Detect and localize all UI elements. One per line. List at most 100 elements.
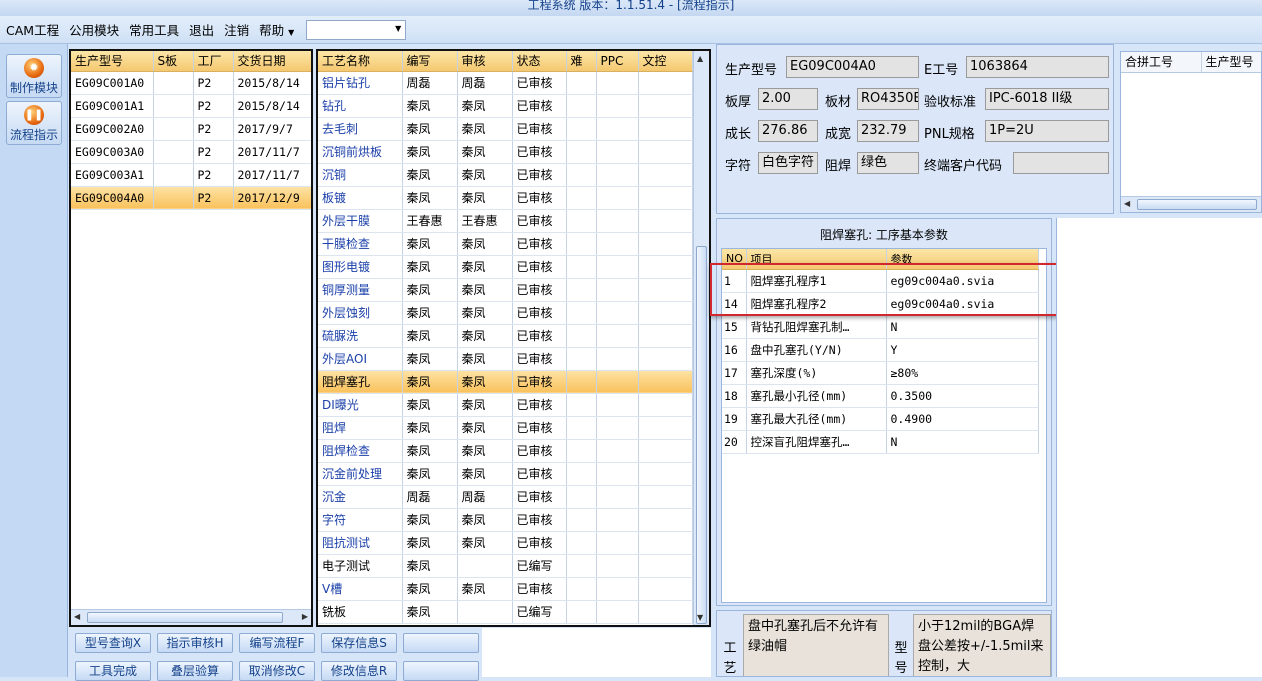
process-row[interactable]: 阻焊塞孔 秦凤 秦凤 已审核 (318, 370, 693, 394)
process-row[interactable]: 图形电镀 秦凤 秦凤 已审核 (318, 255, 693, 279)
model-row[interactable]: EG09C001A0 P2 2015/8/14 (71, 71, 311, 95)
process-header-0[interactable]: 工艺名称 (318, 51, 403, 72)
merge-table: 合拼工号 生产型号 (1121, 52, 1261, 73)
params-row[interactable]: 18 塞孔最小孔径(mm) 0.3500 (722, 384, 1039, 408)
process-row[interactable]: 沉金 周磊 周磊 已审核 (318, 485, 693, 509)
scroll-left-icon[interactable]: ◀ (74, 612, 80, 621)
customer-field[interactable] (1013, 152, 1109, 174)
process-cell: 已编写 (512, 554, 567, 578)
process-row[interactable]: 沉铜前烘板 秦凤 秦凤 已审核 (318, 140, 693, 164)
menu-tools[interactable]: 常用工具 (129, 20, 179, 39)
model-row[interactable]: EG09C004A0 P2 2017/12/9 (71, 186, 311, 210)
blank-button-2[interactable] (403, 661, 479, 681)
params-row[interactable]: 20 控深盲孔阻焊塞孔… N (722, 430, 1039, 454)
process-row[interactable]: 沉铜 秦凤 秦凤 已审核 (318, 163, 693, 187)
menu-common-module[interactable]: 公用模块 (69, 20, 119, 39)
edit-info-button[interactable]: 修改信息R (321, 661, 397, 681)
model-hscroll[interactable]: ◀ ▶ (71, 609, 311, 625)
process-row[interactable]: 外层AOI 秦凤 秦凤 已审核 (318, 347, 693, 371)
process-header-2[interactable]: 审核 (457, 51, 513, 72)
process-row[interactable]: 铝片钻孔 周磊 周磊 已审核 (318, 71, 693, 95)
process-row[interactable]: 外层蚀刻 秦凤 秦凤 已审核 (318, 301, 693, 325)
process-row[interactable]: 板镀 秦凤 秦凤 已审核 (318, 186, 693, 210)
process-row[interactable]: 外层干膜 王春惠 王春惠 已审核 (318, 209, 693, 233)
merge-hscroll[interactable]: ◀ (1121, 196, 1261, 212)
model-header-1[interactable]: S板 (153, 51, 194, 72)
merge-header-eno[interactable]: 合拼工号 (1121, 52, 1202, 73)
menu-exit[interactable]: 退出 (189, 20, 214, 39)
char-field[interactable]: 白色字符 (758, 152, 818, 174)
merge-header-model[interactable]: 生产型号 (1201, 52, 1261, 73)
process-row[interactable]: V槽 秦凤 秦凤 已审核 (318, 577, 693, 601)
model-field[interactable]: EG09C004A0 (786, 56, 919, 78)
merge-hscroll-thumb[interactable] (1137, 199, 1257, 210)
cancel-edit-button[interactable]: 取消修改C (239, 661, 315, 681)
process-header-4[interactable]: 难 (566, 51, 597, 72)
model-header-3[interactable]: 交货日期 (233, 51, 311, 72)
process-note[interactable]: 盘中孔塞孔后不允许有绿油帽 (743, 614, 889, 676)
process-cell: 秦凤 (402, 508, 458, 532)
standard-field[interactable]: IPC-6018 II级 (985, 88, 1109, 110)
process-row[interactable]: 铜厚测量 秦凤 秦凤 已审核 (318, 278, 693, 302)
process-row[interactable]: 电子测试 秦凤 已编写 (318, 554, 693, 578)
process-header-5[interactable]: PPC (596, 51, 639, 72)
material-field[interactable]: RO4350B (857, 88, 919, 110)
length-field[interactable]: 276.86 (758, 120, 818, 142)
params-row[interactable]: 16 盘中孔塞孔(Y/N) Y (722, 338, 1039, 362)
params-row[interactable]: 19 塞孔最大孔径(mm) 0.4900 (722, 407, 1039, 431)
query-model-button[interactable]: 型号查询X (75, 633, 151, 653)
scroll-left-icon[interactable]: ◀ (1124, 199, 1130, 208)
process-cell: 秦凤 (402, 255, 458, 279)
model-header-0[interactable]: 生产型号 (71, 51, 154, 72)
process-row[interactable]: 阻抗测试 秦凤 秦凤 已审核 (318, 531, 693, 555)
process-header-6[interactable]: 文控 (638, 51, 693, 72)
process-row[interactable]: 沉金前处理 秦凤 秦凤 已审核 (318, 462, 693, 486)
eno-field[interactable]: 1063864 (966, 56, 1109, 78)
process-row[interactable]: 阻焊 秦凤 秦凤 已审核 (318, 416, 693, 440)
process-row[interactable]: 阻焊检查 秦凤 秦凤 已审核 (318, 439, 693, 463)
width-field[interactable]: 232.79 (857, 120, 919, 142)
nav-make-module[interactable]: ✹ 制作模块 (6, 54, 62, 98)
model-hscroll-thumb[interactable] (87, 612, 283, 623)
blank-button-1[interactable] (403, 633, 479, 653)
process-row[interactable]: 铣板 秦凤 已编写 (318, 600, 693, 624)
process-row[interactable]: 钻孔 秦凤 秦凤 已审核 (318, 94, 693, 118)
model-row[interactable]: EG09C001A1 P2 2015/8/14 (71, 94, 311, 118)
write-process-button[interactable]: 编写流程F (239, 633, 315, 653)
nav-process-guide[interactable]: ❚❚ 流程指示 (6, 101, 62, 145)
stackup-check-button[interactable]: 叠层验算 (157, 661, 233, 681)
model-row[interactable]: EG09C002A0 P2 2017/9/7 (71, 117, 311, 141)
save-info-button[interactable]: 保存信息S (321, 633, 397, 653)
review-instruction-button[interactable]: 指示审核H (157, 633, 233, 653)
scroll-up-icon[interactable]: ▲ (697, 54, 703, 63)
menu-combo-box[interactable]: ▼ (306, 19, 407, 40)
process-header-1[interactable]: 编写 (402, 51, 458, 72)
process-vscroll[interactable]: ▲ ▼ (693, 51, 709, 625)
model-cell: P2 (193, 117, 234, 141)
thickness-field[interactable]: 2.00 (758, 88, 818, 110)
model-cell: 2017/12/9 (233, 186, 311, 210)
process-row[interactable]: DI曝光 秦凤 秦凤 已审核 (318, 393, 693, 417)
model-row[interactable]: EG09C003A0 P2 2017/11/7 (71, 140, 311, 164)
tool-complete-button[interactable]: 工具完成 (75, 661, 151, 681)
process-row[interactable]: 硫脲洗 秦凤 秦凤 已审核 (318, 324, 693, 348)
process-row[interactable]: 字符 秦凤 秦凤 已审核 (318, 508, 693, 532)
menu-logout[interactable]: 注销 (224, 20, 249, 39)
scroll-right-icon[interactable]: ▶ (302, 612, 308, 621)
mask-field[interactable]: 绿色 (857, 152, 919, 174)
process-vscroll-thumb[interactable] (696, 246, 707, 624)
process-cell: 秦凤 (457, 278, 513, 302)
model-row[interactable]: EG09C003A1 P2 2017/11/7 (71, 163, 311, 187)
params-row[interactable]: 17 塞孔深度(%) ≥80% (722, 361, 1039, 385)
process-row[interactable]: 干膜检查 秦凤 秦凤 已审核 (318, 232, 693, 256)
pnl-field[interactable]: 1P=2U (985, 120, 1109, 142)
process-cell (596, 140, 639, 164)
process-header-3[interactable]: 状态 (512, 51, 567, 72)
model-note[interactable]: 小于12mil的BGA焊盘公差按+/-1.5mil来控制，大 (913, 614, 1051, 676)
params-row[interactable]: 15 背钻孔阻焊塞孔制… N (722, 315, 1039, 339)
scroll-down-icon[interactable]: ▼ (697, 613, 703, 622)
menu-cam[interactable]: CAM工程 (6, 20, 59, 39)
menu-help[interactable]: 帮助 ▼ (259, 20, 294, 39)
model-header-2[interactable]: 工厂 (193, 51, 234, 72)
process-row[interactable]: 去毛刺 秦凤 秦凤 已审核 (318, 117, 693, 141)
